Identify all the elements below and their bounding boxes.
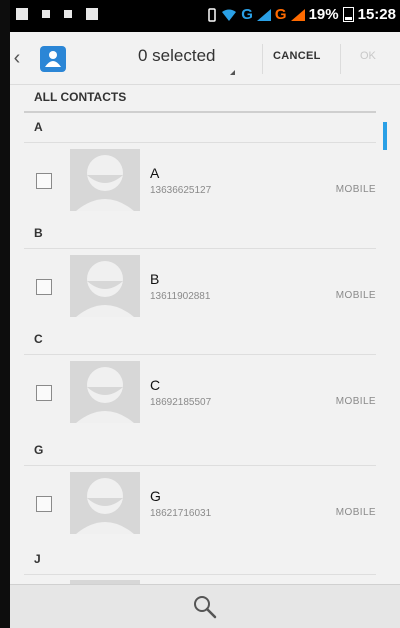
clock: 15:28 — [357, 6, 396, 23]
avatar-icon — [70, 472, 140, 534]
scrollbar[interactable] — [383, 122, 387, 150]
checkbox-icon[interactable] — [36, 279, 52, 295]
back-icon[interactable]: ‹ — [10, 46, 24, 70]
checkbox-icon[interactable] — [36, 173, 52, 189]
avatar-icon — [70, 361, 140, 423]
status-bar: G G 19% 15:28 — [10, 0, 400, 32]
ok-button[interactable]: OK — [360, 50, 376, 62]
section-header: J — [24, 546, 376, 575]
contact-row[interactable]: A 13636625127 MOBILE — [24, 143, 376, 225]
section-letter: G — [34, 443, 44, 457]
device-frame — [0, 0, 10, 628]
avatar-icon — [70, 255, 140, 317]
contact-name: B — [150, 271, 160, 287]
contact-number-type: MOBILE — [335, 507, 376, 518]
contact-number: 13636625127 — [150, 185, 212, 196]
wifi-icon — [222, 9, 237, 21]
contact-name: C — [150, 377, 161, 393]
status-icons-right: G G 19% 15:28 — [207, 6, 396, 23]
contact-row[interactable]: G 18621716031 MOBILE — [24, 466, 376, 548]
divider — [340, 44, 341, 74]
signal-icon-2 — [290, 8, 305, 21]
network-type-2: G — [274, 6, 287, 23]
contact-name: A — [150, 165, 160, 181]
section-letter: A — [34, 120, 43, 134]
media-icon — [86, 8, 98, 20]
contact-row[interactable]: B 13611902881 MOBILE — [24, 249, 376, 331]
battery-icon — [342, 7, 354, 22]
contact-number: 18692185507 — [150, 397, 212, 408]
avatar-icon — [70, 149, 140, 211]
section-letter: J — [34, 552, 41, 566]
contact-name: G — [150, 488, 161, 504]
divider — [262, 44, 263, 74]
bottom-bar — [10, 584, 400, 628]
contact-number-type: MOBILE — [335, 184, 376, 195]
contacts-app-icon[interactable] — [40, 46, 66, 72]
checkbox-icon[interactable] — [36, 385, 52, 401]
contact-number: 18621716031 — [150, 508, 212, 519]
contact-number-type: MOBILE — [335, 290, 376, 301]
vibrate-icon — [208, 7, 216, 22]
battery-percent: 19% — [308, 6, 339, 23]
section-letter: C — [34, 332, 43, 346]
divider — [24, 111, 376, 113]
network-type-1: G — [241, 6, 253, 23]
contacts-list[interactable]: ALL CONTACTS A A 13636625127 MOBILE B B … — [10, 84, 400, 584]
usb-icon — [42, 10, 50, 18]
notification-icon — [16, 8, 28, 20]
section-header: B — [24, 220, 376, 249]
checkbox-icon[interactable] — [36, 496, 52, 512]
status-icons-left — [16, 8, 98, 20]
action-bar: ‹ 0 selected CANCEL OK — [10, 32, 400, 85]
search-icon[interactable] — [193, 595, 217, 619]
section-header: A — [24, 114, 376, 143]
cancel-button[interactable]: CANCEL — [273, 50, 321, 62]
section-header: G — [24, 437, 376, 466]
screen: G G 19% 15:28 ‹ 0 selected CANCEL OK ALL… — [10, 0, 400, 628]
section-header: C — [24, 326, 376, 355]
dropdown-indicator-icon — [230, 70, 235, 75]
lock-icon — [64, 10, 72, 18]
signal-icon-1 — [256, 8, 271, 21]
section-letter: B — [34, 226, 43, 240]
contact-number-type: MOBILE — [335, 396, 376, 407]
selected-count-dropdown[interactable]: 0 selected — [138, 46, 216, 66]
all-contacts-heading: ALL CONTACTS — [34, 90, 127, 104]
contact-number: 13611902881 — [150, 291, 211, 302]
contact-row[interactable]: C 18692185507 MOBILE — [24, 355, 376, 437]
